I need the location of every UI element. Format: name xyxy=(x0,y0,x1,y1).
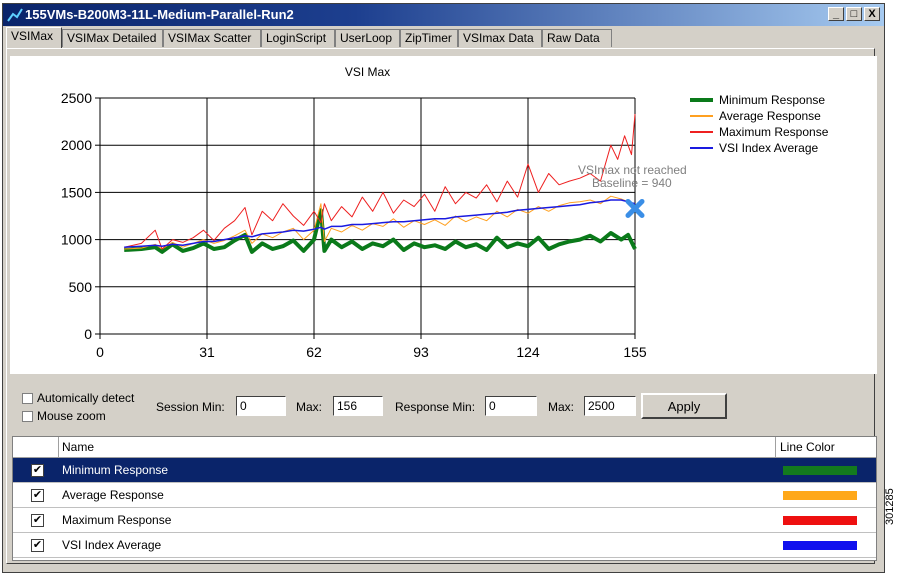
table-header: Name Line Color xyxy=(13,437,876,458)
apply-button[interactable]: Apply xyxy=(641,393,727,419)
vsimax-annotation: Baseline = 940 xyxy=(592,176,672,190)
series-line-maximum-response xyxy=(124,113,636,250)
response-min-input[interactable] xyxy=(485,396,537,416)
tab-raw-data[interactable]: Raw Data xyxy=(542,29,612,47)
tab-loginscript[interactable]: LoginScript xyxy=(261,29,335,47)
tab-ziptimer[interactable]: ZipTimer xyxy=(400,29,458,47)
response-max-label: Max: xyxy=(548,400,575,414)
line-color-swatch[interactable] xyxy=(783,491,857,500)
tab-vsimax[interactable]: VSIMax xyxy=(6,27,62,48)
column-name-header[interactable]: Name xyxy=(62,440,94,454)
legend-label: VSI Index Average xyxy=(719,141,819,155)
series-name: VSI Index Average xyxy=(62,538,162,552)
table-row[interactable]: ✔ Maximum Response xyxy=(13,508,876,533)
line-color-swatch[interactable] xyxy=(783,541,857,550)
mouse-zoom-box[interactable] xyxy=(22,410,33,422)
legend-label: Maximum Response xyxy=(719,125,829,139)
series-name: Minimum Response xyxy=(62,463,169,477)
column-line-color-header[interactable]: Line Color xyxy=(780,440,835,454)
table-row[interactable]: ✔ VSI Index Average xyxy=(13,533,876,558)
y-tick-label: 2000 xyxy=(61,137,92,153)
title-bar: 155VMs-B200M3-11L-Medium-Parallel-Run2 _… xyxy=(3,4,884,26)
tab-vsimax-detailed[interactable]: VSIMax Detailed xyxy=(62,29,163,47)
mouse-zoom-label: Mouse zoom xyxy=(37,409,106,423)
session-max-label: Max: xyxy=(296,400,323,414)
series-name: Average Response xyxy=(62,488,164,502)
series-visible-checkbox[interactable]: ✔ xyxy=(31,514,44,527)
header-divider xyxy=(775,437,776,457)
line-color-swatch[interactable] xyxy=(783,466,857,475)
chart-title: VSI Max xyxy=(345,65,390,79)
session-max-input[interactable] xyxy=(333,396,383,416)
vsimax-chart: VSI Max 0 500 1000 1500 2000 2500 0 31 62 93 124 155… xyxy=(61,65,829,360)
series-visible-checkbox[interactable]: ✔ xyxy=(31,539,44,552)
x-tick-label: 124 xyxy=(516,344,540,360)
series-visible-checkbox[interactable]: ✔ xyxy=(31,489,44,502)
response-min-label: Response Min: xyxy=(395,400,476,414)
x-tick-label: 0 xyxy=(96,344,104,360)
figure-id: 301285 xyxy=(884,488,896,525)
x-tick-label: 155 xyxy=(623,344,647,360)
y-tick-label: 1500 xyxy=(61,184,92,200)
maximize-button[interactable]: □ xyxy=(846,7,862,21)
x-tick-label: 62 xyxy=(306,344,322,360)
chart-area: VSI Max 0 500 1000 1500 2000 2500 0 31 62 93 124 155… xyxy=(10,56,877,374)
line-color-swatch[interactable] xyxy=(783,516,857,525)
session-min-label: Session Min: xyxy=(156,400,225,414)
legend-label: Average Response xyxy=(719,109,821,123)
table-row[interactable]: ✔ Average Response xyxy=(13,483,876,508)
auto-detect-box[interactable] xyxy=(22,392,33,404)
auto-detect-checkbox[interactable]: Automically detect xyxy=(22,391,134,405)
series-name: Maximum Response xyxy=(62,513,172,527)
x-tick-label: 31 xyxy=(199,344,215,360)
y-tick-label: 500 xyxy=(69,279,93,295)
auto-detect-label: Automically detect xyxy=(37,391,135,405)
minimize-button[interactable]: _ xyxy=(828,7,844,21)
header-divider xyxy=(58,437,59,457)
tab-vsimax-data[interactable]: VSImax Data xyxy=(458,29,542,47)
series-line-minimum-response xyxy=(124,208,637,254)
tab-vsimax-scatter[interactable]: VSIMax Scatter xyxy=(163,29,261,47)
table-row[interactable]: ✔ Minimum Response xyxy=(13,458,876,483)
tab-userloop[interactable]: UserLoop xyxy=(335,29,400,47)
series-visible-checkbox[interactable]: ✔ xyxy=(31,464,44,477)
y-tick-label: 2500 xyxy=(61,90,92,106)
x-tick-label: 93 xyxy=(413,344,429,360)
window-title: 155VMs-B200M3-11L-Medium-Parallel-Run2 xyxy=(25,7,294,22)
close-button[interactable]: X xyxy=(864,7,880,21)
chart-app-icon xyxy=(7,8,23,22)
session-min-input[interactable] xyxy=(236,396,286,416)
response-max-input[interactable] xyxy=(584,396,636,416)
mouse-zoom-checkbox[interactable]: Mouse zoom xyxy=(22,409,106,423)
y-tick-label: 1000 xyxy=(61,232,92,248)
vsimax-annotation: VSImax not reached xyxy=(578,163,687,177)
legend-label: Minimum Response xyxy=(719,93,825,107)
series-table: Name Line Color ✔ Minimum Response ✔ Averag… xyxy=(12,436,877,561)
y-tick-label: 0 xyxy=(84,326,92,342)
